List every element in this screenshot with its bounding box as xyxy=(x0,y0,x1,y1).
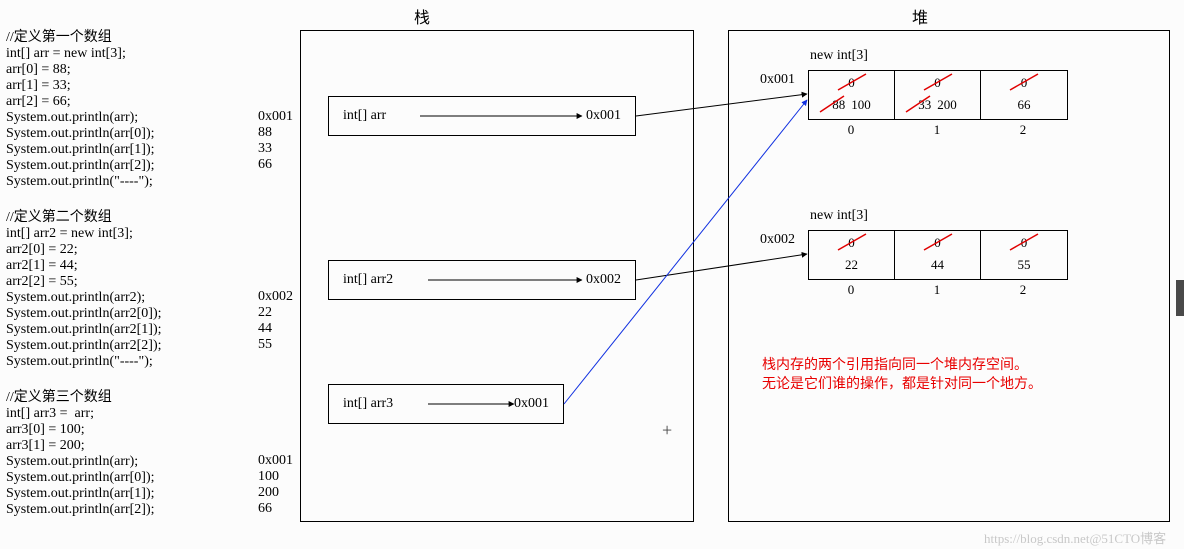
output-block-3: 0x001 100 200 66 xyxy=(258,453,293,517)
cell-val: 22 xyxy=(809,257,894,273)
heap-index-row: 0 1 2 xyxy=(808,282,1068,298)
heap-note: 栈内存的两个引用指向同一个堆内存空间。 无论是它们谁的操作，都是针对同一个地方。 xyxy=(762,356,1042,394)
cell-init: 0 xyxy=(981,235,1067,251)
heap-addr-1: 0x001 xyxy=(760,72,795,88)
cell-val: 100 xyxy=(851,97,871,113)
cell-init: 0 xyxy=(895,235,980,251)
stack-frame-arr: int[] arr 0x001 xyxy=(328,96,636,136)
code-block-3: //定义第三个数组 int[] arr3 = arr; arr3[0] = 10… xyxy=(6,390,155,518)
cell-old: 33 xyxy=(918,97,931,113)
cell-init: 0 xyxy=(809,235,894,251)
heap-decl-1: new int[3] xyxy=(810,48,868,64)
heap-cell: 0 33 200 xyxy=(895,71,981,119)
output-block-1: 0x001 88 33 66 xyxy=(258,109,293,173)
idx: 1 xyxy=(894,282,980,298)
stack-frame-addr: 0x002 xyxy=(586,272,621,288)
heap-cells-2: 0 22 0 44 0 55 0 1 2 xyxy=(808,230,1068,298)
code-block-2: //定义第二个数组 int[] arr2 = new int[3]; arr2[… xyxy=(6,210,162,370)
heap-cell: 0 55 xyxy=(981,231,1067,279)
cell-old: 88 xyxy=(832,97,845,113)
stack-frame-addr: 0x001 xyxy=(514,396,549,412)
stack-frame-addr: 0x001 xyxy=(586,108,621,124)
cell-val: 200 xyxy=(937,97,957,113)
cell-val: 55 xyxy=(981,257,1067,273)
stack-frame-arr2: int[] arr2 0x002 xyxy=(328,260,636,300)
idx: 2 xyxy=(980,122,1066,138)
idx: 1 xyxy=(894,122,980,138)
diagram-root: 栈 堆 //定义第一个数组 int[] arr = new int[3]; ar… xyxy=(0,0,1184,549)
heap-addr-2: 0x002 xyxy=(760,232,795,248)
heap-cell: 0 44 xyxy=(895,231,981,279)
stack-frame-label: int[] arr2 xyxy=(343,272,393,288)
stack-title: 栈 xyxy=(414,4,430,28)
idx: 0 xyxy=(808,122,894,138)
stack-frame-label: int[] arr3 xyxy=(343,396,393,412)
cell-val: 66 xyxy=(981,97,1067,113)
heap-cell: 0 88 100 xyxy=(809,71,895,119)
cursor-cross-icon: + xyxy=(662,420,672,441)
stack-frame-arr3: int[] arr3 0x001 xyxy=(328,384,564,424)
idx: 2 xyxy=(980,282,1066,298)
cell-init: 0 xyxy=(981,75,1067,91)
heap-cell: 0 22 xyxy=(809,231,895,279)
heap-title: 堆 xyxy=(912,4,928,28)
idx: 0 xyxy=(808,282,894,298)
cell-init: 0 xyxy=(809,75,894,91)
heap-cells-1: 0 88 100 0 33 200 0 66 0 1 2 xyxy=(808,70,1068,138)
cell-init: 0 xyxy=(895,75,980,91)
heap-index-row: 0 1 2 xyxy=(808,122,1068,138)
stack-frame-label: int[] arr xyxy=(343,108,386,124)
cell-val: 44 xyxy=(895,257,980,273)
code-block-1: //定义第一个数组 int[] arr = new int[3]; arr[0]… xyxy=(6,30,155,190)
scrollbar-thumb[interactable] xyxy=(1176,280,1184,316)
watermark: https://blog.csdn.net@51CTO博客 xyxy=(984,528,1166,547)
heap-decl-2: new int[3] xyxy=(810,208,868,224)
heap-cell: 0 66 xyxy=(981,71,1067,119)
output-block-2: 0x002 22 44 55 xyxy=(258,289,293,353)
